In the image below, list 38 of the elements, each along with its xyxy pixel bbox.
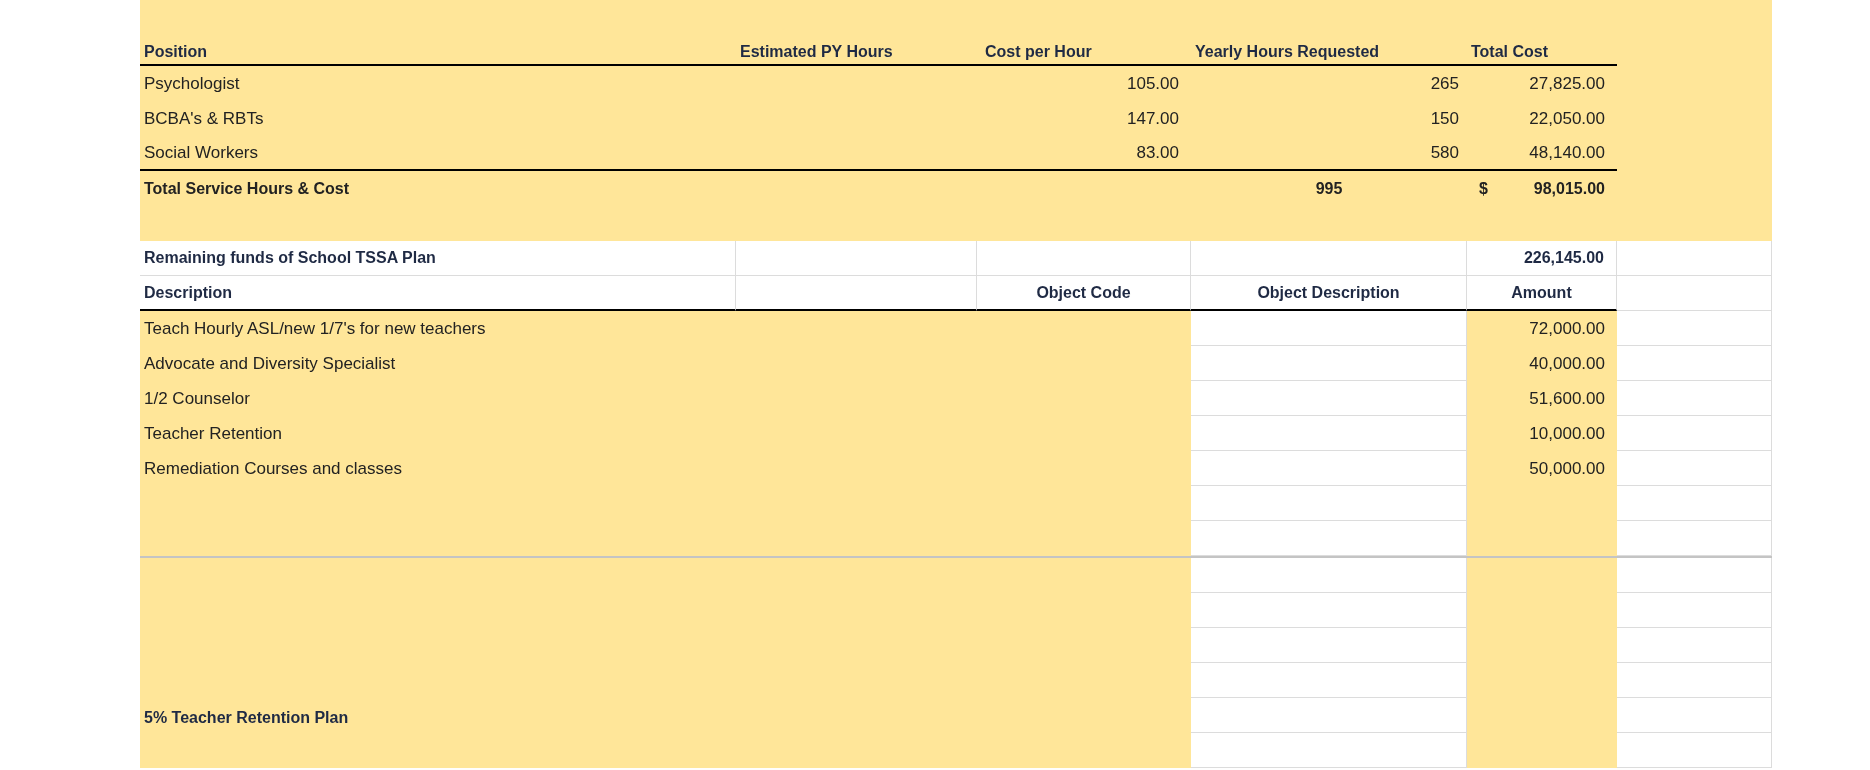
column-header: Amount (1511, 282, 1572, 303)
column-header: Estimated PY Hours (740, 43, 893, 60)
table-cell: 150 (1430, 108, 1459, 128)
table-cell: 51,600.00 (1467, 381, 1617, 416)
table-cell: Teacher Retention (140, 416, 1191, 451)
column-header: Object Code (1036, 282, 1131, 303)
table-cell: 580 (1430, 142, 1459, 162)
table-cell: 147.00 (1127, 108, 1179, 128)
table-cell: 50,000.00 (1467, 451, 1617, 486)
table-cell: 265 (1430, 73, 1459, 93)
table-cell: 27,825.00 (1529, 73, 1605, 93)
currency-sign: $ (1479, 179, 1488, 199)
column-header: Total Cost (1471, 43, 1549, 60)
table-cell: 40,000.00 (1467, 346, 1617, 381)
table-cell: 105.00 (1127, 73, 1179, 93)
column-header: Yearly Hours Requested (1195, 43, 1380, 60)
table-cell: 83.00 (1136, 142, 1179, 162)
table-cell: Remediation Courses and classes (140, 451, 1191, 486)
table-cell: 72,000.00 (1467, 311, 1617, 346)
section-label: 5% Teacher Retention Plan (144, 708, 350, 728)
table-cell: BCBA's & RBTs (144, 108, 264, 128)
column-header: Cost per Hour (985, 43, 1092, 60)
table-cell-text: 226,145.00 (1523, 248, 1604, 268)
table-cell: Social Workers (144, 142, 258, 162)
table-cell: Teach Hourly ASL/new 1/7's for new teachers (140, 311, 1191, 346)
column-header: Object Description (1257, 282, 1400, 303)
table-cell: Advocate and Diversity Specialist (140, 346, 1191, 381)
table-cell: Psychologist (144, 73, 240, 93)
column-header: Position (144, 43, 208, 60)
table-cell: 22,050.00 (1529, 108, 1605, 128)
total-label: Total Service Hours & Cost (144, 180, 350, 197)
total-cost: 98,015.00 (1533, 179, 1605, 199)
column-header: Description (144, 282, 232, 303)
table-cell-text: Remaining funds of School TSSA Plan (144, 248, 436, 268)
table-cell: 1/2 Counselor (140, 381, 1191, 416)
table-cell: 48,140.00 (1529, 142, 1605, 162)
table-cell: 10,000.00 (1467, 416, 1617, 451)
total-hours: 995 (1315, 180, 1343, 197)
